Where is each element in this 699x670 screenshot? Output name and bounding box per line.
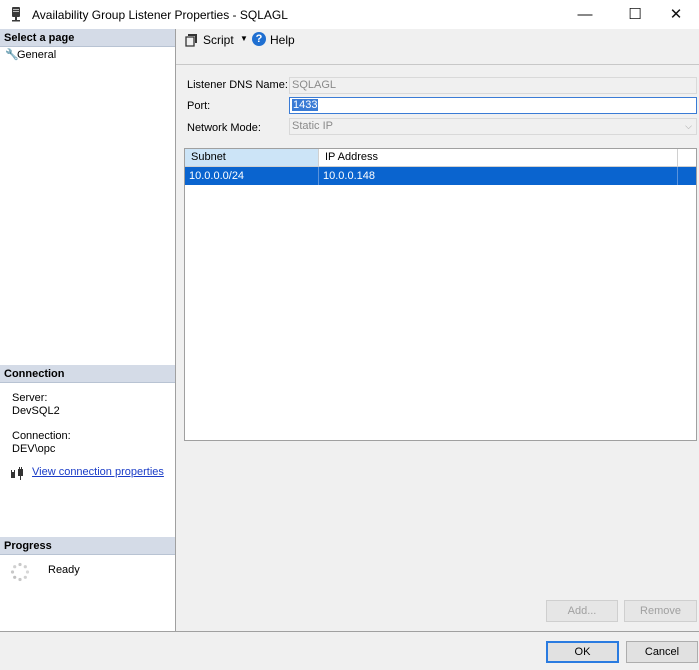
column-header-subnet[interactable]: Subnet <box>185 149 319 166</box>
grid-header: Subnet IP Address <box>185 149 696 167</box>
close-button[interactable]: ✕ <box>653 0 699 29</box>
maximize-button[interactable]: ☐ <box>612 0 658 29</box>
subnet-ip-grid[interactable]: Subnet IP Address 10.0.0.0/24 10.0.0.148 <box>184 148 697 441</box>
connection-header: Connection <box>0 365 175 383</box>
toolbar-divider <box>176 64 699 65</box>
help-button[interactable]: Help <box>270 33 295 47</box>
server-label: Server: <box>12 392 48 404</box>
wrench-icon: 🔧 <box>5 49 19 61</box>
port-label: Port: <box>187 100 211 112</box>
listener-dns-name-field: SQLAGL <box>289 77 697 94</box>
listener-dns-name-value: SQLAGL <box>292 79 337 91</box>
select-page-header: Select a page <box>0 29 175 47</box>
progress-status: Ready <box>48 564 80 576</box>
minimize-button[interactable]: — <box>562 0 608 29</box>
add-button[interactable]: Add... <box>546 600 618 622</box>
connection-value: DEV\opc <box>12 443 56 455</box>
script-dropdown-caret-icon[interactable]: ▼ <box>240 34 248 43</box>
network-mode-label: Network Mode: <box>187 122 261 134</box>
page-item-label: General <box>17 49 57 61</box>
left-panel: Select a page 🔧General Connection Server… <box>0 29 176 631</box>
port-input[interactable]: 1433 <box>289 97 697 114</box>
column-header-ip-address[interactable]: IP Address <box>319 149 678 166</box>
connection-plug-icon <box>11 467 23 480</box>
remove-button[interactable]: Remove <box>624 600 697 622</box>
ok-button[interactable]: OK <box>546 641 619 663</box>
window-title: Availability Group Listener Properties -… <box>32 8 288 22</box>
cell-subnet: 10.0.0.0/24 <box>185 167 319 185</box>
database-server-icon <box>12 7 20 22</box>
network-mode-value: Static IP <box>292 120 333 132</box>
help-icon[interactable]: ? <box>252 32 266 46</box>
progress-spinner-icon <box>10 562 30 582</box>
footer-divider <box>0 631 699 632</box>
cancel-button[interactable]: Cancel <box>626 641 698 663</box>
chevron-down-icon: ⌵ <box>685 121 692 131</box>
script-button[interactable]: Script <box>203 33 234 47</box>
view-connection-properties-link[interactable]: View connection properties <box>32 466 164 478</box>
server-value: DevSQL2 <box>12 405 60 417</box>
connection-label: Connection: <box>12 430 71 442</box>
page-item-general[interactable]: 🔧General <box>5 48 56 62</box>
cell-ip-address: 10.0.0.148 <box>319 167 678 185</box>
toolbar: Script ▼ ? Help <box>176 29 699 52</box>
title-bar: Availability Group Listener Properties -… <box>0 0 699 29</box>
script-icon[interactable] <box>185 33 199 47</box>
port-value: 1433 <box>292 99 319 111</box>
table-row[interactable]: 10.0.0.0/24 10.0.0.148 <box>185 167 696 185</box>
listener-dns-name-label: Listener DNS Name: <box>187 79 288 91</box>
network-mode-select: Static IP ⌵ <box>289 118 697 135</box>
progress-header: Progress <box>0 537 175 555</box>
